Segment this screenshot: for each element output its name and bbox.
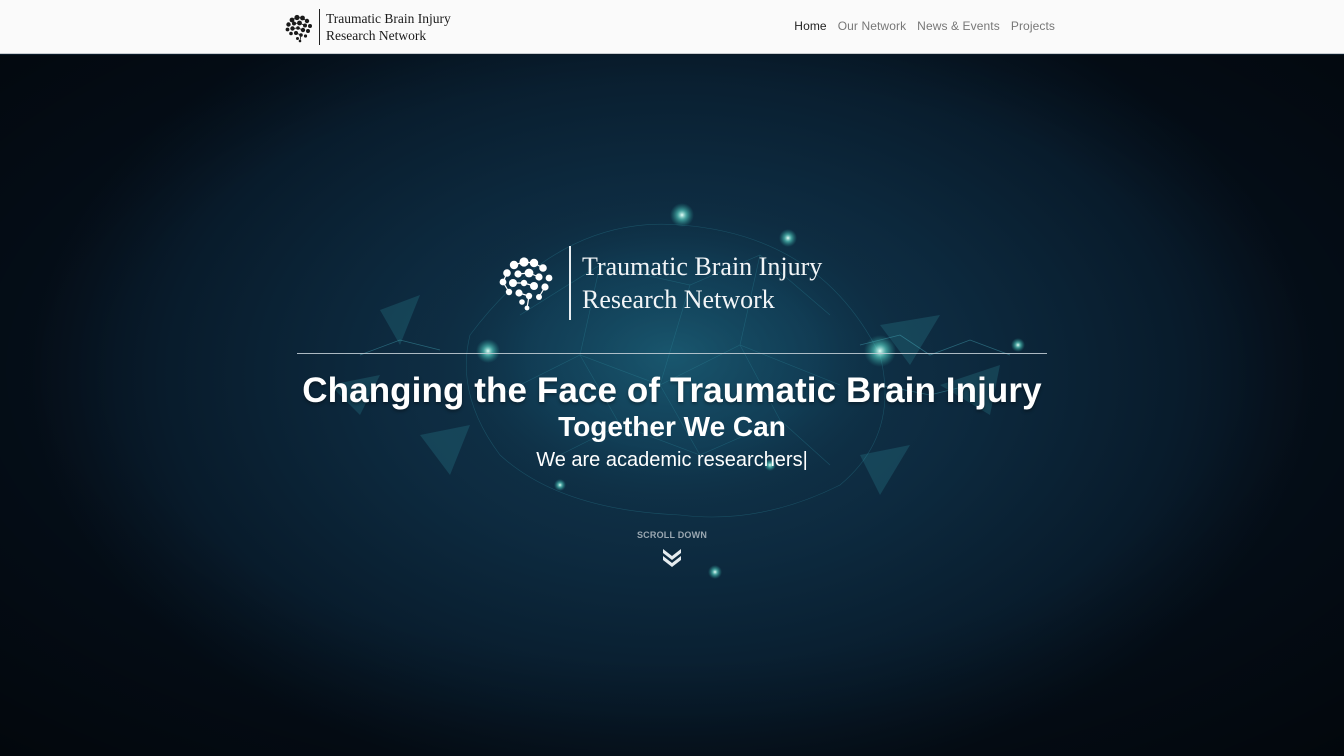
brand-line-1: Traumatic Brain Injury: [326, 11, 451, 26]
nav-news-events[interactable]: News & Events: [917, 19, 1000, 33]
nav-home[interactable]: Home: [794, 19, 826, 33]
hero-logo-line-1: Traumatic Brain Injury: [582, 252, 823, 281]
nav-projects[interactable]: Projects: [1011, 19, 1055, 33]
hero-title: Changing the Face of Traumatic Brain Inj…: [302, 371, 1042, 410]
top-navbar: Traumatic Brain Injury Research Network …: [0, 0, 1344, 54]
nav-our-network[interactable]: Our Network: [838, 19, 906, 33]
hero-divider-rule: [297, 353, 1047, 354]
hero-logo-text: Traumatic Brain Injury Research Network: [582, 250, 822, 316]
hero-logo: Traumatic Brain Injury Research Network: [497, 245, 822, 321]
brain-network-icon: [285, 14, 312, 43]
hero-logo-divider: [569, 246, 571, 320]
hero-typed-text: We are academic researchers|: [536, 449, 808, 471]
hero-logo-line-2: Research Network: [582, 285, 775, 314]
scroll-down-label: SCROLL DOWN: [636, 530, 708, 540]
scroll-down-button[interactable]: SCROLL DOWN: [622, 525, 722, 567]
brand-text: Traumatic Brain Injury Research Network: [326, 10, 451, 44]
hero-section: Traumatic Brain Injury Research Network …: [0, 55, 1344, 756]
brand-logo-link[interactable]: Traumatic Brain Injury Research Network: [283, 8, 451, 46]
brain-network-icon: [499, 257, 553, 311]
main-nav: Home Our Network News & Events Projects: [794, 19, 1055, 33]
brand-divider: [319, 9, 320, 45]
hero-subtitle: Together We Can: [558, 411, 786, 442]
brand-line-2: Research Network: [326, 28, 427, 43]
double-chevron-down-icon: [663, 549, 681, 567]
